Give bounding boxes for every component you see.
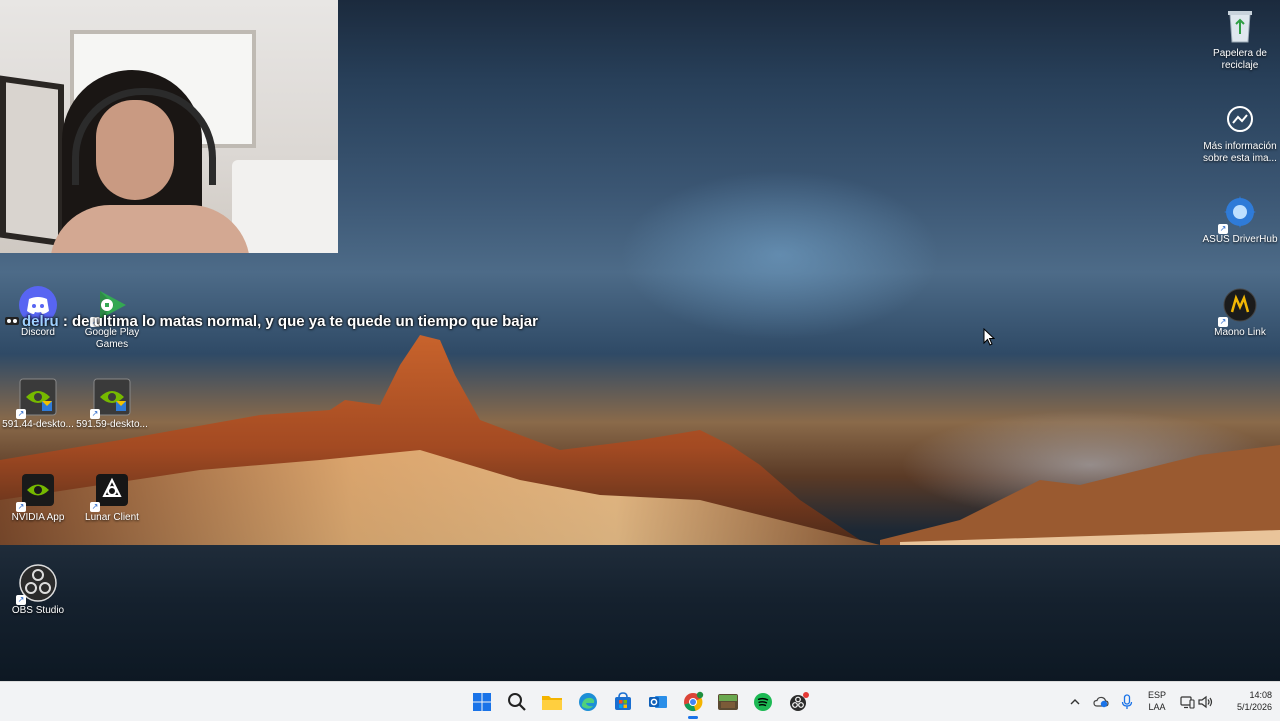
windows-start-icon bbox=[473, 693, 491, 711]
shortcut-arrow-icon: ↗ bbox=[1218, 224, 1228, 234]
shortcut-arrow-icon: ↗ bbox=[16, 502, 26, 512]
tray-language-indicator[interactable]: ESP LAA bbox=[1146, 689, 1168, 713]
tray-overflow-button[interactable] bbox=[1066, 682, 1084, 721]
webcam-bed bbox=[232, 160, 338, 253]
desktop-icon-label: Google Play Games bbox=[84, 327, 140, 350]
taskbar-chrome-button[interactable] bbox=[679, 688, 707, 719]
obs-studio-icon: ↗ bbox=[16, 563, 58, 605]
mouse-cursor-icon bbox=[983, 328, 995, 346]
tray-clock[interactable]: 14:08 5/1/2026 bbox=[1216, 689, 1272, 713]
taskbar-start-button[interactable] bbox=[468, 688, 496, 716]
info-camera-icon bbox=[1220, 99, 1260, 139]
tray-microphone-button[interactable] bbox=[1117, 682, 1137, 721]
asus-driverhub-icon: ↗ bbox=[1218, 192, 1260, 234]
desktop-icon-label: Papelera de reciclaje bbox=[1213, 48, 1267, 71]
desktop-icon-discord[interactable]: Discord bbox=[0, 285, 76, 339]
nvidia-app-icon: ↗ bbox=[16, 470, 58, 512]
desktop-icon-label: 591.44-deskto... bbox=[2, 419, 74, 430]
clock-date: 5/1/2026 bbox=[1236, 702, 1272, 712]
taskbar-obs-button[interactable] bbox=[785, 688, 813, 716]
desktop-icon-recycle-bin[interactable]: Papelera de reciclaje bbox=[1202, 6, 1278, 72]
outlook-icon bbox=[649, 696, 667, 708]
store-icon bbox=[615, 692, 631, 710]
desktop-icon-nvidia-installer-2[interactable]: ↗ 591.59-deskto... bbox=[74, 377, 150, 431]
tray-onedrive-button[interactable] bbox=[1091, 682, 1111, 721]
desktop-icon-label: NVIDIA App bbox=[11, 512, 65, 523]
spotify-icon bbox=[754, 693, 772, 711]
taskbar-file-explorer-button[interactable] bbox=[538, 688, 566, 716]
desktop-icon-lunar-client[interactable]: ↗ Lunar Client bbox=[74, 470, 150, 524]
desktop-icon-label: Más información sobre esta ima... bbox=[1203, 141, 1277, 164]
chevron-up-icon bbox=[1070, 698, 1080, 704]
wallpaper-rock-formations bbox=[0, 335, 1280, 560]
desktop-icon-asus-driverhub[interactable]: ↗ ASUS DriverHub bbox=[1202, 192, 1278, 246]
shortcut-arrow-icon: ↗ bbox=[1218, 317, 1228, 327]
clock-time: 14:08 bbox=[1249, 690, 1272, 700]
lunar-client-icon: ↗ bbox=[90, 470, 132, 512]
desktop-icon-label: ASUS DriverHub bbox=[1202, 234, 1278, 245]
shortcut-arrow-icon: ↗ bbox=[16, 595, 26, 605]
chrome-icon bbox=[684, 691, 704, 712]
edge-icon bbox=[579, 693, 597, 711]
volume-icon bbox=[1198, 695, 1213, 708]
webcam-overlay bbox=[0, 0, 338, 253]
search-icon bbox=[508, 693, 526, 711]
wallpaper-sky-light bbox=[620, 170, 940, 340]
tray-volume-button[interactable] bbox=[1197, 682, 1215, 721]
desktop-icon-label: 591.59-deskto... bbox=[76, 419, 148, 430]
desktop-icon-nvidia-installer-1[interactable]: ↗ 591.44-deskto... bbox=[0, 377, 76, 431]
desktop-icon-label: Maono Link bbox=[1214, 327, 1266, 338]
microphone-icon bbox=[1121, 693, 1133, 709]
desktop-icon-more-info-image[interactable]: Más información sobre esta ima... bbox=[1202, 99, 1278, 165]
taskbar-edge-button[interactable] bbox=[574, 688, 602, 716]
maono-link-icon: ↗ bbox=[1218, 285, 1260, 327]
chat-username: delru bbox=[22, 313, 59, 330]
taskbar-spotify-button[interactable] bbox=[749, 688, 777, 716]
shortcut-arrow-icon: ↗ bbox=[90, 502, 100, 512]
taskbar-outlook-button[interactable] bbox=[644, 688, 672, 716]
minecraft-icon bbox=[718, 694, 738, 710]
stream-chat-message: delru : de ultima lo matas normal, y que… bbox=[4, 313, 538, 330]
recycle-bin-icon bbox=[1220, 6, 1260, 46]
taskbar: ESP LAA 14:08 5/1/2026 bbox=[0, 681, 1280, 721]
desktop-icon-maono-link[interactable]: ↗ Maono Link bbox=[1202, 285, 1278, 339]
desktop-icon-nvidia-app[interactable]: ↗ NVIDIA App bbox=[0, 470, 76, 524]
keyboard-layout: LAA bbox=[1148, 702, 1166, 712]
nvidia-installer-icon: ↗ bbox=[90, 377, 132, 419]
desktop-icon-obs-studio[interactable]: ↗ OBS Studio bbox=[0, 563, 76, 617]
desktop-icon-label: OBS Studio bbox=[11, 605, 65, 616]
cloud-status-icon bbox=[1093, 696, 1109, 707]
wallpaper-lake bbox=[0, 545, 1280, 681]
taskbar-store-button[interactable] bbox=[609, 688, 637, 716]
taskbar-search-button[interactable] bbox=[503, 688, 531, 716]
webcam-door-frame bbox=[0, 75, 64, 247]
taskbar-minecraft-button[interactable] bbox=[714, 688, 742, 716]
webcam-person-body bbox=[50, 205, 250, 253]
shortcut-arrow-icon: ↗ bbox=[90, 409, 100, 419]
folder-icon bbox=[542, 696, 562, 710]
obs-icon bbox=[790, 692, 809, 711]
desktop-icon-label: Lunar Client bbox=[85, 512, 139, 523]
language-code: ESP bbox=[1147, 690, 1166, 700]
network-monitor-icon bbox=[1180, 695, 1195, 709]
chat-badge-icon bbox=[5, 317, 19, 325]
nvidia-installer-icon: ↗ bbox=[16, 377, 58, 419]
chat-message-text: : de ultima lo matas normal, y que ya te… bbox=[58, 313, 538, 330]
tray-network-button[interactable] bbox=[1177, 682, 1197, 721]
shortcut-arrow-icon: ↗ bbox=[16, 409, 26, 419]
